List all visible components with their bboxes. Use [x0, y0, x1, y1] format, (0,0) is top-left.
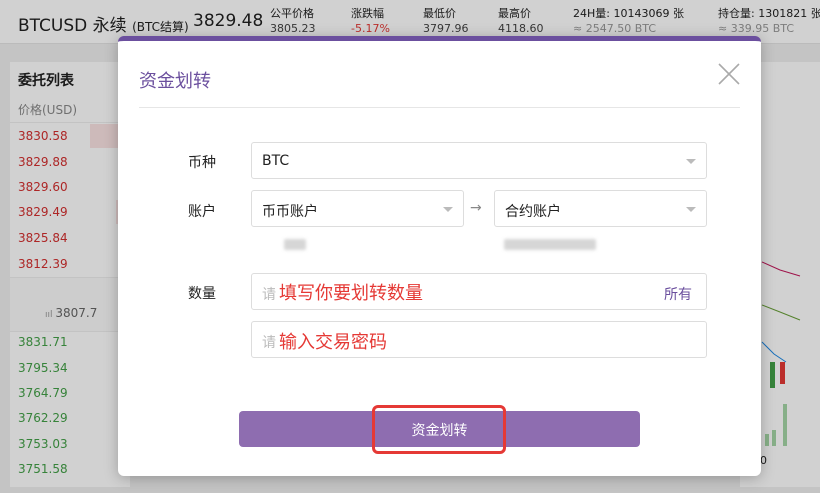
redacted-balance: [504, 239, 596, 250]
from-account-value: 币币账户: [262, 204, 318, 220]
amount-annotation: 填写你要划转数量: [279, 283, 423, 304]
redacted-balance: [284, 239, 306, 250]
chevron-down-icon: [686, 159, 696, 164]
to-account-select[interactable]: 合约账户: [494, 190, 707, 227]
annotation-highlight-box: [372, 405, 506, 454]
close-icon[interactable]: [716, 61, 742, 87]
account-label: 账户: [188, 204, 216, 220]
modal-title: 资金划转: [139, 71, 211, 92]
currency-value: BTC: [262, 153, 290, 169]
to-account-value: 合约账户: [505, 204, 561, 220]
currency-label: 币种: [188, 155, 216, 171]
password-placeholder: 请: [262, 335, 276, 351]
transfer-modal: 资金划转 币种 BTC 账户 币币账户 → 合约账户 数量 请 所有 填写你要划…: [118, 36, 761, 476]
amount-label: 数量: [188, 286, 216, 302]
arrow-right-icon: →: [470, 200, 482, 216]
from-account-select[interactable]: 币币账户: [251, 190, 464, 227]
all-button[interactable]: 所有: [664, 284, 692, 304]
currency-select[interactable]: BTC: [251, 142, 707, 179]
divider: [139, 107, 740, 108]
chevron-down-icon: [686, 207, 696, 212]
chevron-down-icon: [443, 207, 453, 212]
amount-placeholder: 请: [262, 287, 276, 303]
password-annotation: 输入交易密码: [279, 332, 387, 353]
